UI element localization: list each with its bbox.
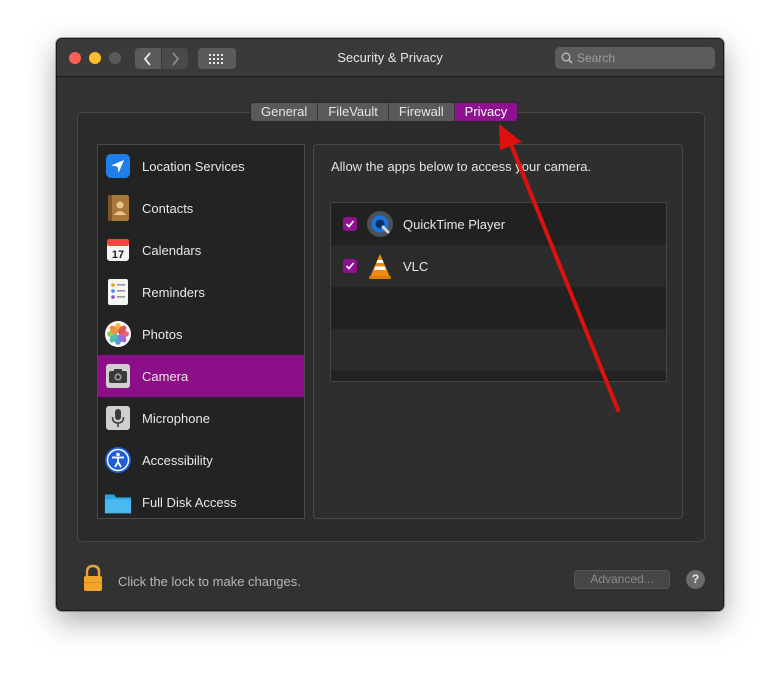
folder-icon — [104, 488, 132, 516]
tab-firewall[interactable]: Firewall — [388, 103, 455, 121]
help-button[interactable]: ? — [686, 570, 705, 589]
sidebar-item-label: Location Services — [142, 158, 245, 174]
quicktime-icon — [365, 209, 395, 239]
sidebar-item-label: Microphone — [142, 410, 210, 426]
sidebar-item-camera[interactable]: Camera — [98, 355, 304, 397]
camera-app-list: QuickTime Player VLC — [330, 202, 667, 382]
camera-permissions-pane: Allow the apps below to access your came… — [313, 144, 683, 519]
reminders-list-icon — [104, 278, 132, 306]
app-name: QuickTime Player — [403, 216, 506, 232]
sidebar-item-accessibility[interactable]: Accessibility — [98, 439, 304, 481]
checkmark-icon — [345, 262, 355, 270]
sidebar-item-label: Full Disk Access — [142, 494, 237, 510]
sidebar-item-full-disk-access[interactable]: Full Disk Access — [98, 481, 304, 523]
tab-bar: General FileVault Firewall Privacy — [250, 102, 519, 122]
search-icon — [561, 52, 573, 64]
list-item: QuickTime Player — [331, 203, 666, 245]
sidebar-item-label: Photos — [142, 326, 183, 342]
advanced-button[interactable]: Advanced... — [574, 570, 670, 589]
pane-description: Allow the apps below to access your came… — [331, 159, 592, 174]
sidebar-item-label: Reminders — [142, 284, 205, 300]
contacts-book-icon — [104, 194, 132, 222]
camera-icon — [104, 362, 132, 390]
sidebar-item-label: Calendars — [142, 242, 202, 258]
sidebar-item-photos[interactable]: Photos — [98, 313, 304, 355]
location-arrow-icon — [104, 152, 132, 180]
quicktime-checkbox[interactable] — [343, 217, 357, 231]
sidebar-item-label: Contacts — [142, 200, 194, 216]
security-privacy-window: Security & Privacy General FileVault Fir… — [56, 38, 724, 611]
app-name: VLC — [403, 258, 429, 274]
search-input[interactable] — [577, 51, 707, 65]
privacy-category-list: Location Services Contacts 17 Calendars … — [97, 144, 305, 519]
sidebar-item-calendars[interactable]: 17 Calendars — [98, 229, 304, 271]
svg-text:17: 17 — [112, 249, 124, 261]
sidebar-item-location-services[interactable]: Location Services — [98, 145, 304, 187]
list-item: VLC — [331, 245, 666, 287]
checkmark-icon — [345, 220, 355, 228]
sidebar-item-label: Accessibility — [142, 452, 213, 468]
vlc-checkbox[interactable] — [343, 259, 357, 273]
vlc-cone-icon — [365, 251, 395, 281]
photos-flower-icon — [104, 320, 132, 348]
sidebar-item-label: Camera — [142, 368, 189, 384]
tab-privacy[interactable]: Privacy — [454, 103, 518, 121]
sidebar-item-reminders[interactable]: Reminders — [98, 271, 304, 313]
calendar-icon: 17 — [104, 236, 132, 264]
search-field[interactable] — [555, 47, 715, 69]
microphone-icon — [104, 404, 132, 432]
sidebar-item-contacts[interactable]: Contacts — [98, 187, 304, 229]
sidebar-item-microphone[interactable]: Microphone — [98, 397, 304, 439]
lock-icon[interactable] — [81, 563, 105, 593]
lock-hint-text: Click the lock to make changes. — [118, 574, 301, 589]
accessibility-icon — [104, 446, 132, 474]
tab-filevault[interactable]: FileVault — [318, 103, 389, 121]
title-bar: Security & Privacy — [57, 39, 723, 77]
list-item-empty — [331, 287, 666, 329]
tab-general[interactable]: General — [251, 103, 319, 121]
list-item-empty — [331, 329, 666, 371]
